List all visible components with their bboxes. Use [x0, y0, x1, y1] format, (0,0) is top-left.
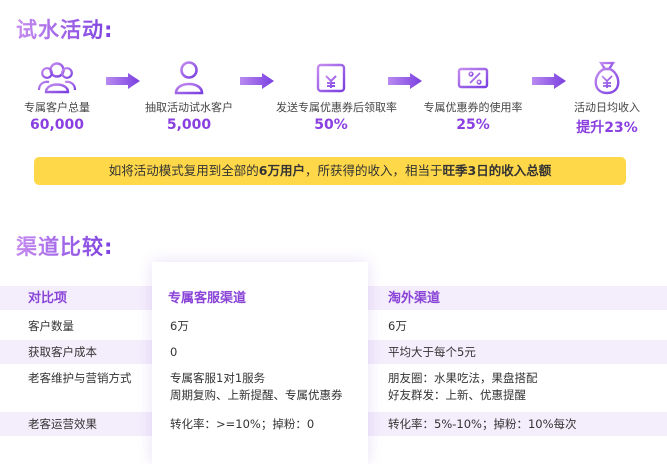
- funnel-step-daily-revenue: 活动日均收入 提升23%: [552, 58, 662, 137]
- table-cell-item: 获取客户成本: [28, 345, 97, 359]
- funnel-label: 专属优惠券的使用率: [423, 101, 523, 114]
- table-cell-exclusive: 0: [170, 345, 178, 359]
- coupon-yen-icon: [316, 63, 346, 93]
- banner-text-2: ，所获得的收入，相当于: [305, 163, 443, 178]
- table-cell-outside: 好友群发：上新、优惠提醒: [388, 388, 526, 402]
- arrow-right-icon: [388, 73, 422, 89]
- banner-text-1: 如将活动模式复用到全部的: [108, 163, 259, 178]
- funnel-value: 5,000: [166, 117, 212, 133]
- table-cell-item: 客户数量: [28, 319, 74, 333]
- arrow-right-icon: [240, 73, 274, 89]
- table-cell-outside: 转化率：5%-10%；掉粉：10%每次: [388, 417, 577, 431]
- table-cell-outside: 6万: [388, 319, 407, 333]
- funnel-label: 活动日均收入: [574, 101, 640, 114]
- funnel-step-total-customers: 专属客户总量 60,000: [2, 58, 112, 133]
- person-icon: [174, 61, 204, 95]
- table-cell-outside: 平均大于每个5元: [388, 345, 476, 359]
- funnel: 专属客户总量 60,000 抽取活动试水客户 5,000 发送专属优惠券后领取率…: [0, 58, 667, 138]
- funnel-value: 25%: [456, 117, 490, 133]
- funnel-value: 50%: [314, 117, 348, 133]
- table-cell-outside: 朋友圈：水果吃法，果盘搭配: [388, 371, 538, 385]
- ticket-percent-icon: [457, 67, 489, 89]
- table-header-exclusive: 专属客服渠道: [168, 291, 247, 306]
- funnel-step-coupon-usage-rate: 专属优惠券的使用率 25%: [418, 58, 528, 133]
- table-cell-item: 老客运营效果: [28, 417, 97, 431]
- section-title-channel-compare: 渠道比较:: [16, 231, 113, 261]
- table-cell-item: 老客维护与营销方式: [28, 371, 132, 385]
- table-cell-exclusive: 转化率：>=10%；掉粉：0: [170, 417, 315, 431]
- money-bag-icon: [594, 61, 620, 95]
- people-group-icon: [37, 62, 77, 94]
- banner-highlight-1: 6万用户: [258, 163, 305, 178]
- table-header-outside: 淘外渠道: [388, 291, 441, 306]
- funnel-label: 专属客户总量: [24, 101, 90, 114]
- table-cell-exclusive: 专属客服1对1服务: [170, 371, 266, 385]
- table-cell-exclusive: 周期复购、上新提醒、专属优惠券: [170, 388, 343, 402]
- funnel-value: 60,000: [29, 117, 85, 133]
- table-cell-exclusive: 6万: [170, 319, 189, 333]
- funnel-step-coupon-claim-rate: 发送专属优惠券后领取率 50%: [276, 58, 397, 133]
- funnel-value: 提升23%: [576, 120, 638, 136]
- funnel-label: 抽取活动试水客户: [145, 101, 233, 114]
- section-title-trial: 试水活动:: [16, 14, 113, 44]
- funnel-label: 发送专属优惠券后领取率: [276, 101, 397, 114]
- summary-banner: 如将活动模式复用到全部的6万用户，所获得的收入，相当于旺季3日的收入总额: [34, 157, 626, 185]
- table-header-item: 对比项: [28, 291, 68, 306]
- banner-highlight-2: 旺季3日的收入总额: [442, 163, 552, 178]
- funnel-step-trial-customers: 抽取活动试水客户 5,000: [134, 58, 244, 133]
